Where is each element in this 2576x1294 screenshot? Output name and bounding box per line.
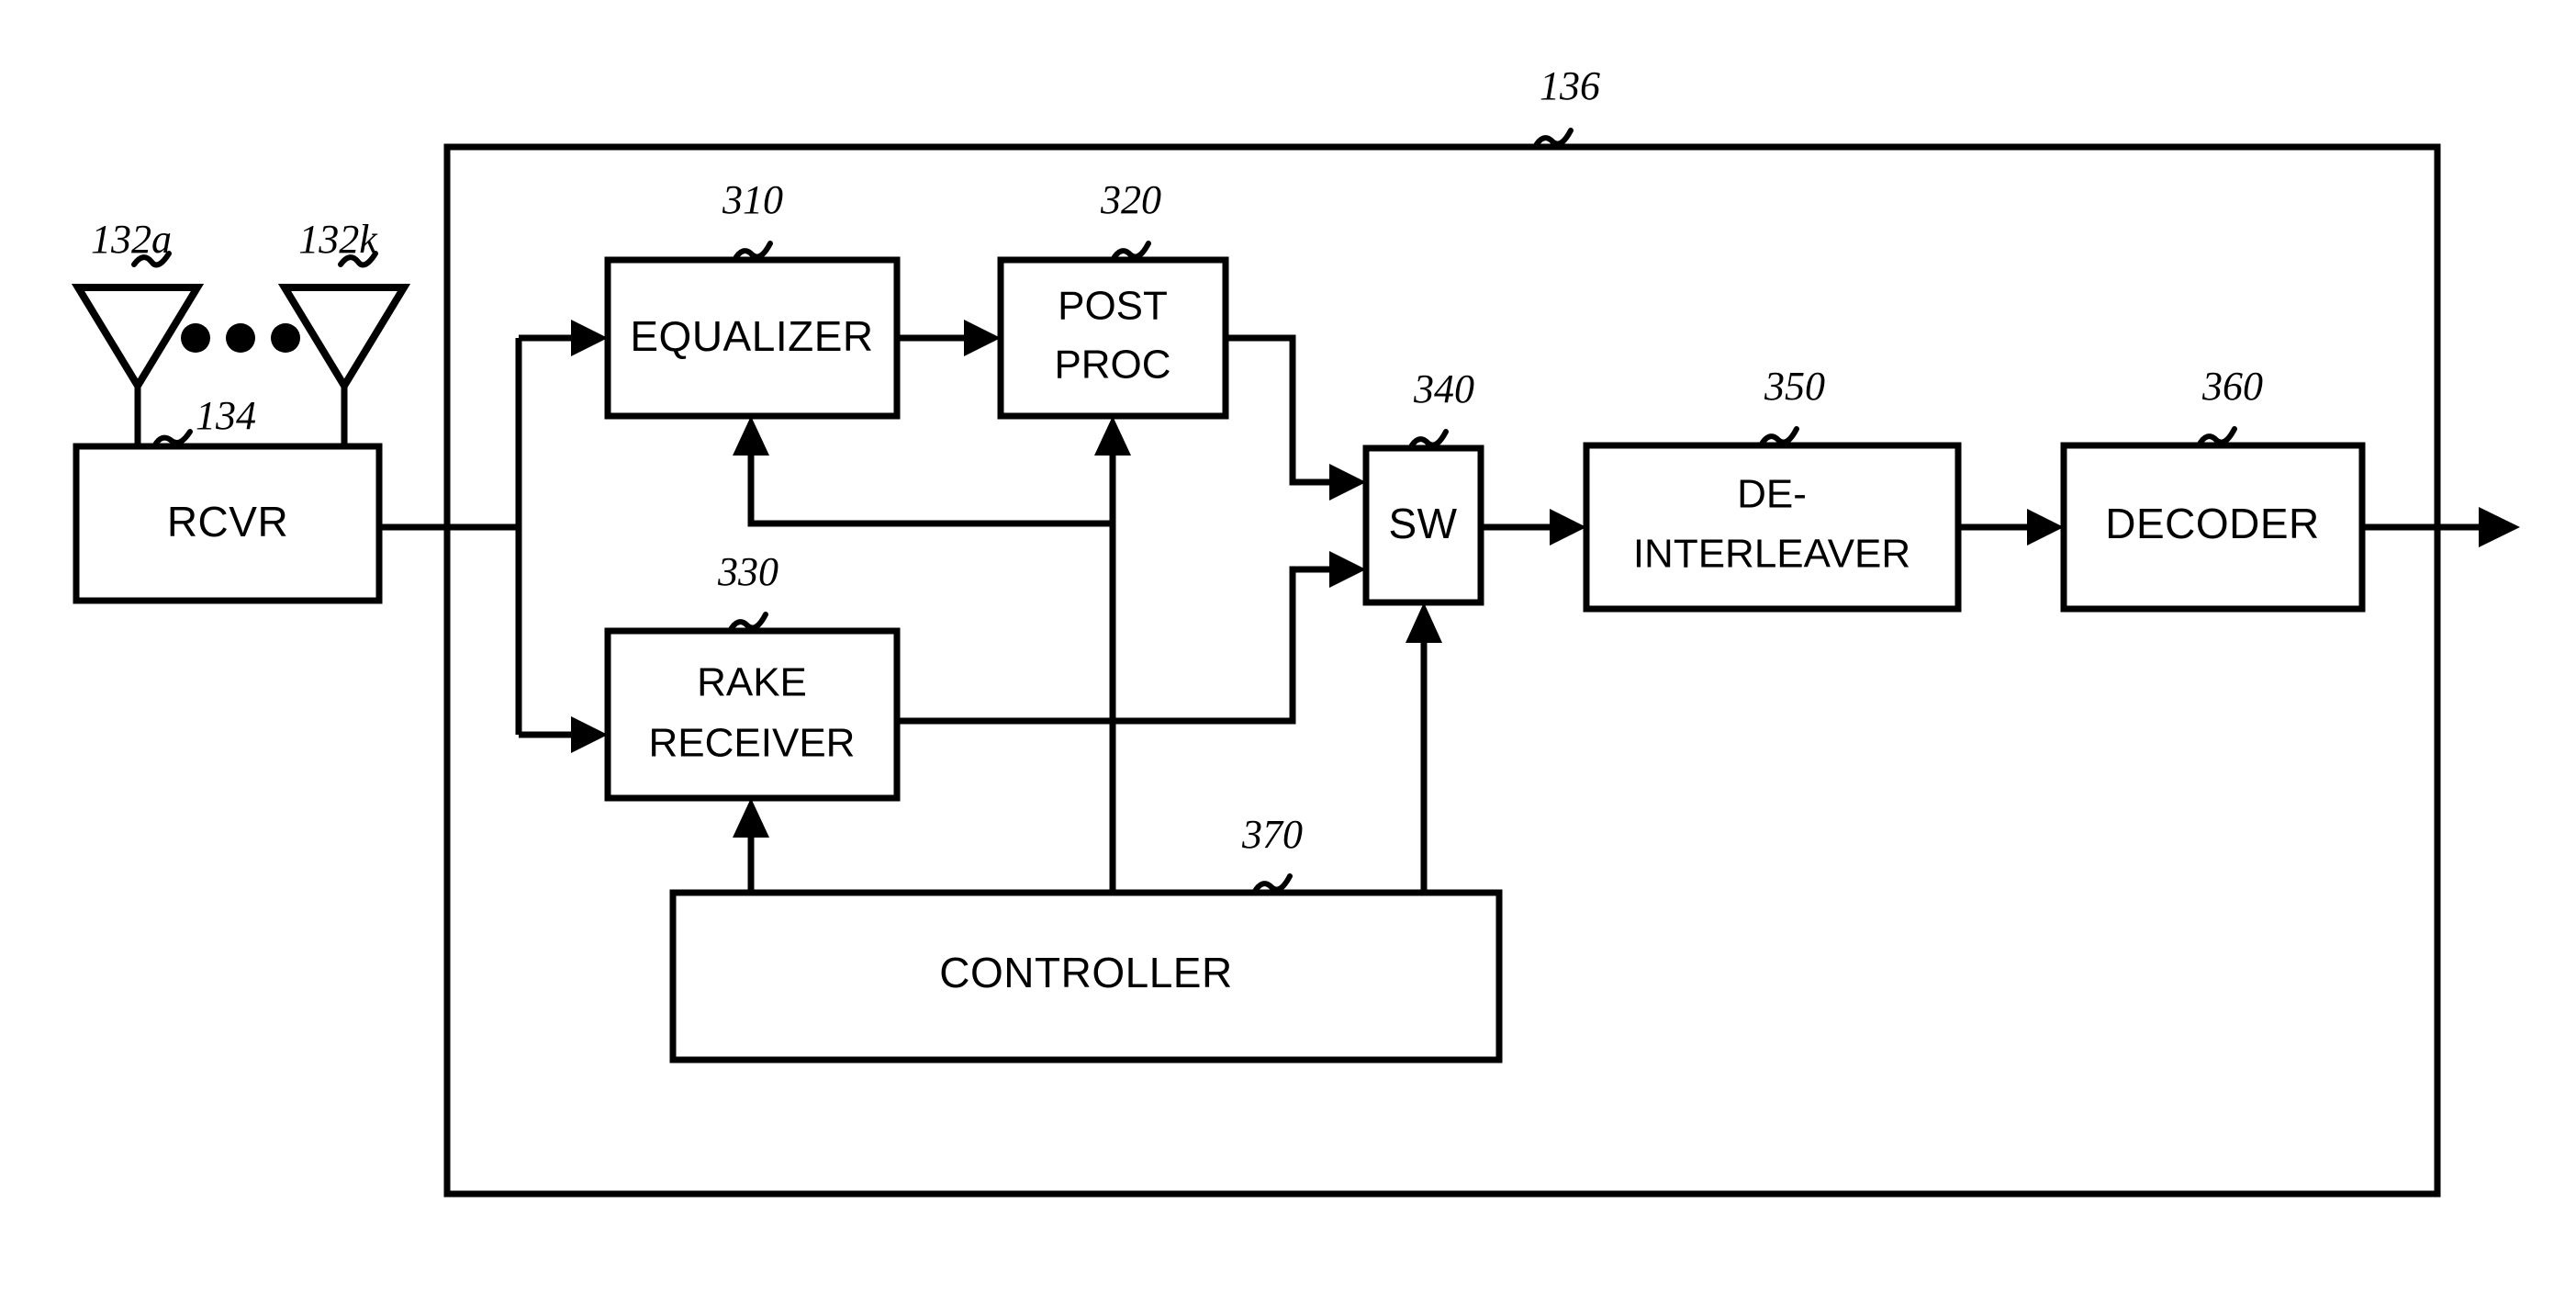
block-label-rake-line1: RAKE bbox=[697, 660, 807, 705]
block-label-post-proc-line2: PROC bbox=[1054, 343, 1170, 388]
arrowhead-sw-ctrl-in bbox=[1406, 602, 1442, 643]
arrowhead-equalizer-ctrl-in bbox=[733, 416, 769, 456]
block-label-sw: SW bbox=[1388, 500, 1457, 547]
arrowhead-output bbox=[2479, 507, 2520, 547]
antenna-132k bbox=[277, 284, 411, 446]
block-label-deinterleaver-line2: INTERLEAVER bbox=[1633, 532, 1910, 577]
ref-num-134: 134 bbox=[196, 393, 256, 438]
wire-controller-to-equalizer bbox=[747, 456, 1113, 527]
patent-figure: RCVR EQUALIZER POST PROC RAKE RECEIVER S… bbox=[0, 0, 2576, 1294]
ref-num-360: 360 bbox=[2201, 364, 2263, 409]
block-deinterleaver bbox=[1583, 442, 1962, 613]
block-label-rcvr: RCVR bbox=[167, 498, 288, 546]
arrowhead-equalizer-in bbox=[571, 320, 608, 356]
arrowhead-deinterleaver-in bbox=[1550, 509, 1586, 546]
wire-postproc-to-sw bbox=[1226, 334, 1329, 486]
ref-num-340: 340 bbox=[1413, 366, 1474, 411]
block-label-post-proc-line1: POST bbox=[1058, 284, 1168, 329]
block-label-equalizer: EQUALIZER bbox=[630, 312, 873, 360]
block-label-deinterleaver-line1: DE- bbox=[1737, 472, 1807, 517]
block-label-controller: CONTROLLER bbox=[939, 949, 1232, 996]
antenna-132a bbox=[71, 284, 205, 446]
ref-num-320: 320 bbox=[1100, 177, 1161, 222]
ref-num-136: 136 bbox=[1540, 63, 1600, 108]
arrowhead-sw-in-top bbox=[1329, 464, 1366, 501]
arrowhead-postproc-in bbox=[964, 320, 1001, 356]
block-rake-receiver bbox=[604, 627, 901, 802]
figure-canvas: RCVR EQUALIZER POST PROC RAKE RECEIVER S… bbox=[71, 63, 2520, 1198]
arrowhead-postproc-ctrl-in bbox=[1094, 416, 1131, 456]
ref-num-132a: 132a bbox=[91, 217, 172, 262]
ref-num-350: 350 bbox=[1764, 364, 1825, 409]
antenna-ellipsis-icon bbox=[181, 323, 300, 353]
ref-num-310: 310 bbox=[722, 177, 783, 222]
ref-num-330: 330 bbox=[717, 549, 778, 594]
ref-num-132k: 132k bbox=[298, 217, 378, 262]
arrowhead-sw-in-bottom bbox=[1329, 551, 1366, 588]
arrowhead-decoder-in bbox=[2027, 509, 2064, 546]
block-label-rake-line2: RECEIVER bbox=[649, 721, 856, 766]
ref-num-370: 370 bbox=[1241, 812, 1303, 857]
arrowhead-rake-in bbox=[571, 716, 608, 753]
arrowhead-rake-ctrl-in bbox=[733, 798, 769, 838]
block-label-decoder: DECODER bbox=[2105, 500, 2320, 547]
